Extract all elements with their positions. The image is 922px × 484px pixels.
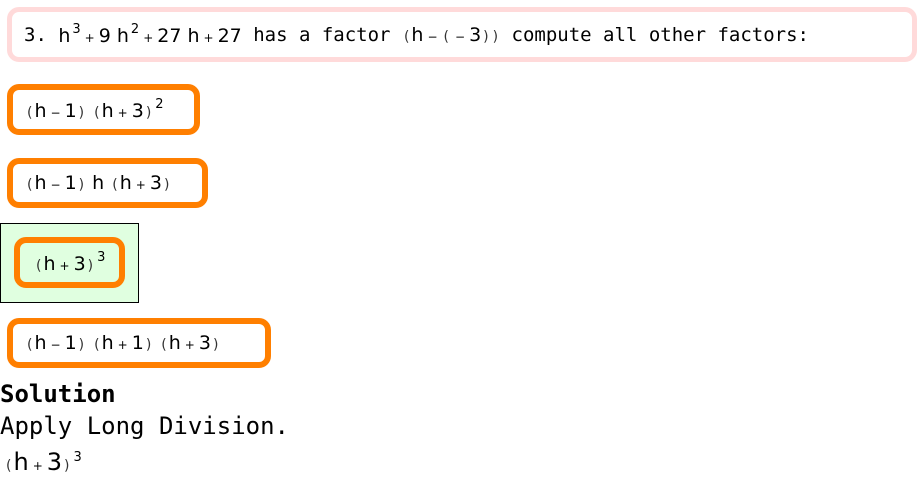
math-term: 3 <box>73 253 86 275</box>
math-term: 27 h <box>157 25 200 47</box>
math-paren: ) <box>145 105 152 121</box>
math-operator: + <box>135 178 146 192</box>
math-paren: ( <box>94 337 100 353</box>
math-term: h <box>119 172 132 194</box>
math-paren: ( <box>443 28 449 45</box>
math-term: h <box>58 25 71 47</box>
math-operator: + <box>117 106 128 120</box>
math-operator: + <box>32 459 43 473</box>
question-box: 3. h 3+ 9 h 2+ 27 h +27 has a factor (h −(−3))… <box>7 7 917 62</box>
math-paren: ( <box>161 337 167 353</box>
math-term: h <box>13 448 29 476</box>
option-4-math: (h −1)(h +1)(h +3) <box>25 332 220 354</box>
math-paren: ) <box>78 337 85 353</box>
math-operator: + <box>59 259 70 273</box>
option-2[interactable]: (h −1) h (h +3) <box>7 158 208 208</box>
math-paren: ( <box>403 28 410 45</box>
math-term: h <box>168 332 181 354</box>
math-term: 3 <box>131 100 144 122</box>
math-operator: + <box>184 338 195 352</box>
option-3[interactable]: (h +3)3 <box>14 237 125 288</box>
math-term: h <box>43 253 56 275</box>
math-exponent: 3 <box>97 250 106 265</box>
math-paren: ) <box>212 337 219 353</box>
math-term: h <box>86 172 111 194</box>
math-operator: − <box>427 29 438 44</box>
math-operator: − <box>455 29 466 44</box>
math-term: h <box>34 172 47 194</box>
math-paren: ) <box>87 258 94 274</box>
math-term: h <box>34 332 47 354</box>
math-paren: ( <box>112 177 118 193</box>
math-paren: ) <box>78 177 85 193</box>
math-operator: − <box>50 106 61 120</box>
math-term: 3 <box>149 172 162 194</box>
math-paren: ) <box>483 28 489 45</box>
math-paren: ) <box>492 28 499 45</box>
math-paren: ( <box>94 105 100 121</box>
math-term: 1 <box>64 332 77 354</box>
math-operator: + <box>117 338 128 352</box>
math-term: h <box>101 332 114 354</box>
math-operator: + <box>203 31 214 45</box>
math-paren: ) <box>145 337 152 353</box>
math-term: 9 h <box>98 25 129 47</box>
math-term: 3 <box>198 332 211 354</box>
question-text: has a factor <box>253 23 391 46</box>
math-operator: + <box>143 31 154 45</box>
option-2-math: (h −1) h (h +3) <box>25 172 171 194</box>
question-number: 3. <box>24 23 47 46</box>
math-paren: ) <box>163 177 170 193</box>
math-term: 1 <box>64 172 77 194</box>
math-exponent: 2 <box>130 22 140 37</box>
option-3-math: (h +3)3 <box>34 250 105 275</box>
math-exponent: 2 <box>155 97 164 112</box>
question-text-end: compute all other factors: <box>511 23 809 46</box>
math-term: h <box>34 100 47 122</box>
math-paren: ) <box>64 458 70 474</box>
math-term: 1 <box>131 332 144 354</box>
solution-method: Apply Long Division. <box>0 412 289 440</box>
math-term: h <box>411 23 424 46</box>
math-operator: − <box>50 178 61 192</box>
math-term: h <box>101 100 114 122</box>
math-term: 1 <box>64 100 77 122</box>
math-operator: − <box>50 338 61 352</box>
math-exponent: 3 <box>72 22 81 37</box>
option-1-math: (h −1)(h +3)2 <box>25 97 164 122</box>
math-term: 27 <box>217 25 242 47</box>
solution-answer: (h +3)3 <box>4 448 82 476</box>
option-4[interactable]: (h −1)(h +1)(h +3) <box>7 318 271 368</box>
question-factor: (h −(−3)) <box>402 24 500 46</box>
math-operator: + <box>84 31 95 45</box>
math-paren: ) <box>78 105 85 121</box>
math-term: 3 <box>46 448 63 476</box>
question-expression: h 3+ 9 h 2+ 27 h +27 <box>58 22 241 47</box>
math-term: 3 <box>469 23 482 46</box>
math-exponent: 3 <box>73 450 82 465</box>
option-1[interactable]: (h −1)(h +3)2 <box>7 84 200 135</box>
solution-heading: Solution <box>0 380 116 408</box>
